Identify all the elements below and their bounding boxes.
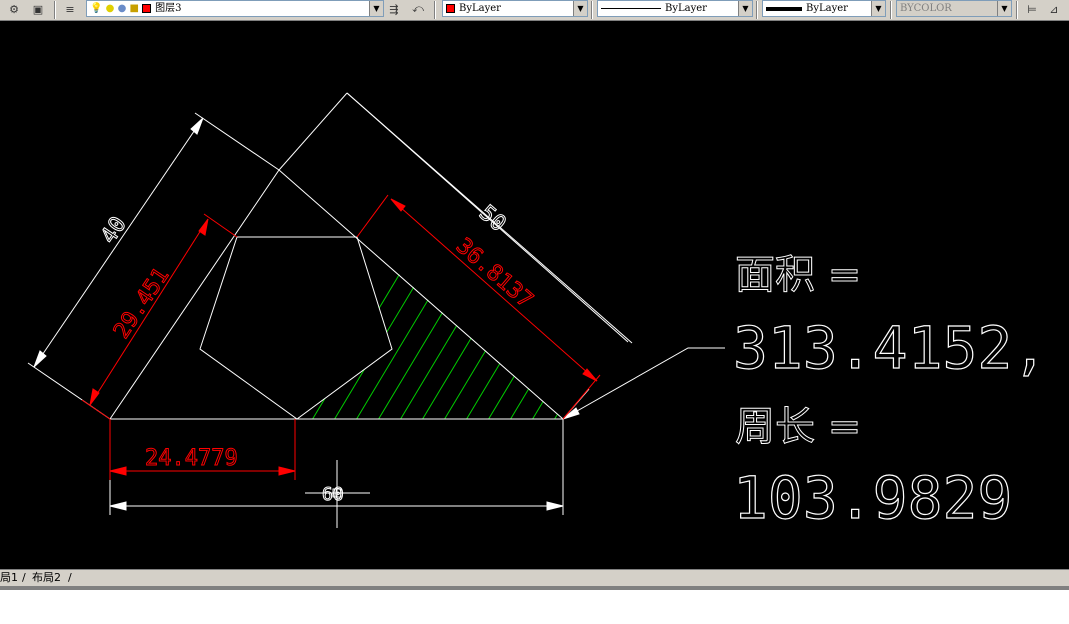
drawing-svg: 40 29.451 50 36.8137 24.4779 60 面积 = 313… (27, 92, 1048, 533)
chevron-down-icon[interactable]: ▼ (369, 1, 383, 16)
color-combo[interactable]: ByLayer ▼ (442, 0, 588, 17)
make-current-icon[interactable]: ⇶ (386, 1, 402, 17)
toolbar-separator (434, 1, 436, 19)
layer-states-icon[interactable]: ▣ (30, 1, 46, 17)
settings-icon[interactable]: ⚙ (6, 1, 22, 17)
area-label: 面积 = (735, 252, 861, 298)
perimeter-value: 103.9829 (733, 464, 1012, 532)
chevron-down-icon[interactable]: ▼ (738, 1, 752, 16)
lineweight-combo[interactable]: ByLayer ▼ (762, 0, 886, 17)
dimension-style-icon[interactable]: ⊨ (1024, 1, 1040, 17)
freeze-icon: ● (117, 3, 127, 14)
toolbar-separator (890, 1, 892, 19)
linetype-combo[interactable]: ByLayer ▼ (597, 0, 753, 17)
layer-color-swatch (142, 4, 152, 13)
bulb-icon: 💡 (90, 3, 103, 14)
text-style-icon[interactable]: ⊿ (1046, 1, 1062, 17)
toolbar-separator (591, 1, 593, 19)
perimeter-label: 周长 = (735, 404, 861, 450)
chevron-down-icon[interactable]: ▼ (997, 1, 1011, 16)
lock-icon: ■ (129, 3, 139, 14)
command-area (0, 590, 1069, 624)
layer-combo[interactable]: 💡 ● ● ■ 图层3 ▼ (86, 0, 384, 17)
sun-icon: ● (105, 3, 115, 14)
plotstyle-combo[interactable]: BYCOLOR ▼ (896, 0, 1012, 17)
drawing-canvas[interactable]: 40 29.451 50 36.8137 24.4779 60 面积 = 313… (0, 21, 1069, 569)
dim-left-inner: 29.451 (109, 263, 174, 343)
dim-bottom-inner: 24.4779 (145, 446, 238, 471)
lineweight-combo-value: ByLayer (806, 3, 848, 14)
toolbar-separator (756, 1, 758, 19)
tab-divider: / (68, 571, 72, 584)
linetype-sample-line (601, 8, 661, 9)
chevron-down-icon[interactable]: ▼ (871, 1, 885, 16)
plotstyle-combo-value: BYCOLOR (900, 3, 952, 14)
toolbar-separator (1016, 1, 1018, 19)
lineweight-sample-line (766, 6, 802, 11)
red-dimension-lines (81, 194, 601, 480)
area-value: 313.4152, (733, 314, 1047, 382)
tab-layout1[interactable]: 局1 (0, 570, 18, 586)
color-swatch (446, 4, 455, 13)
tab-divider: / (22, 571, 26, 584)
dim-bottom-outer: 60 (322, 484, 344, 505)
chevron-down-icon[interactable]: ▼ (573, 1, 587, 16)
layer-prev-icon[interactable]: ⤺ (410, 1, 426, 17)
color-combo-value: ByLayer (459, 3, 501, 14)
linetype-combo-value: ByLayer (665, 3, 707, 14)
dim-left-outer: 40 (96, 212, 132, 248)
tab-layout2[interactable]: 布局2 (32, 570, 61, 586)
toolbar-separator (54, 1, 56, 19)
layout-tabs-bar: 局1 / 布局2 / (0, 569, 1069, 586)
layer-combo-value: 图层3 (155, 3, 182, 14)
dim-right-inner: 36.8137 (451, 234, 537, 314)
properties-toolbar: ⚙ ▣ ≡ 💡 ● ● ■ 图层3 ▼ ⇶ ⤺ ByLayer ▼ ByLaye… (0, 0, 1069, 21)
layer-manager-icon[interactable]: ≡ (62, 1, 78, 17)
